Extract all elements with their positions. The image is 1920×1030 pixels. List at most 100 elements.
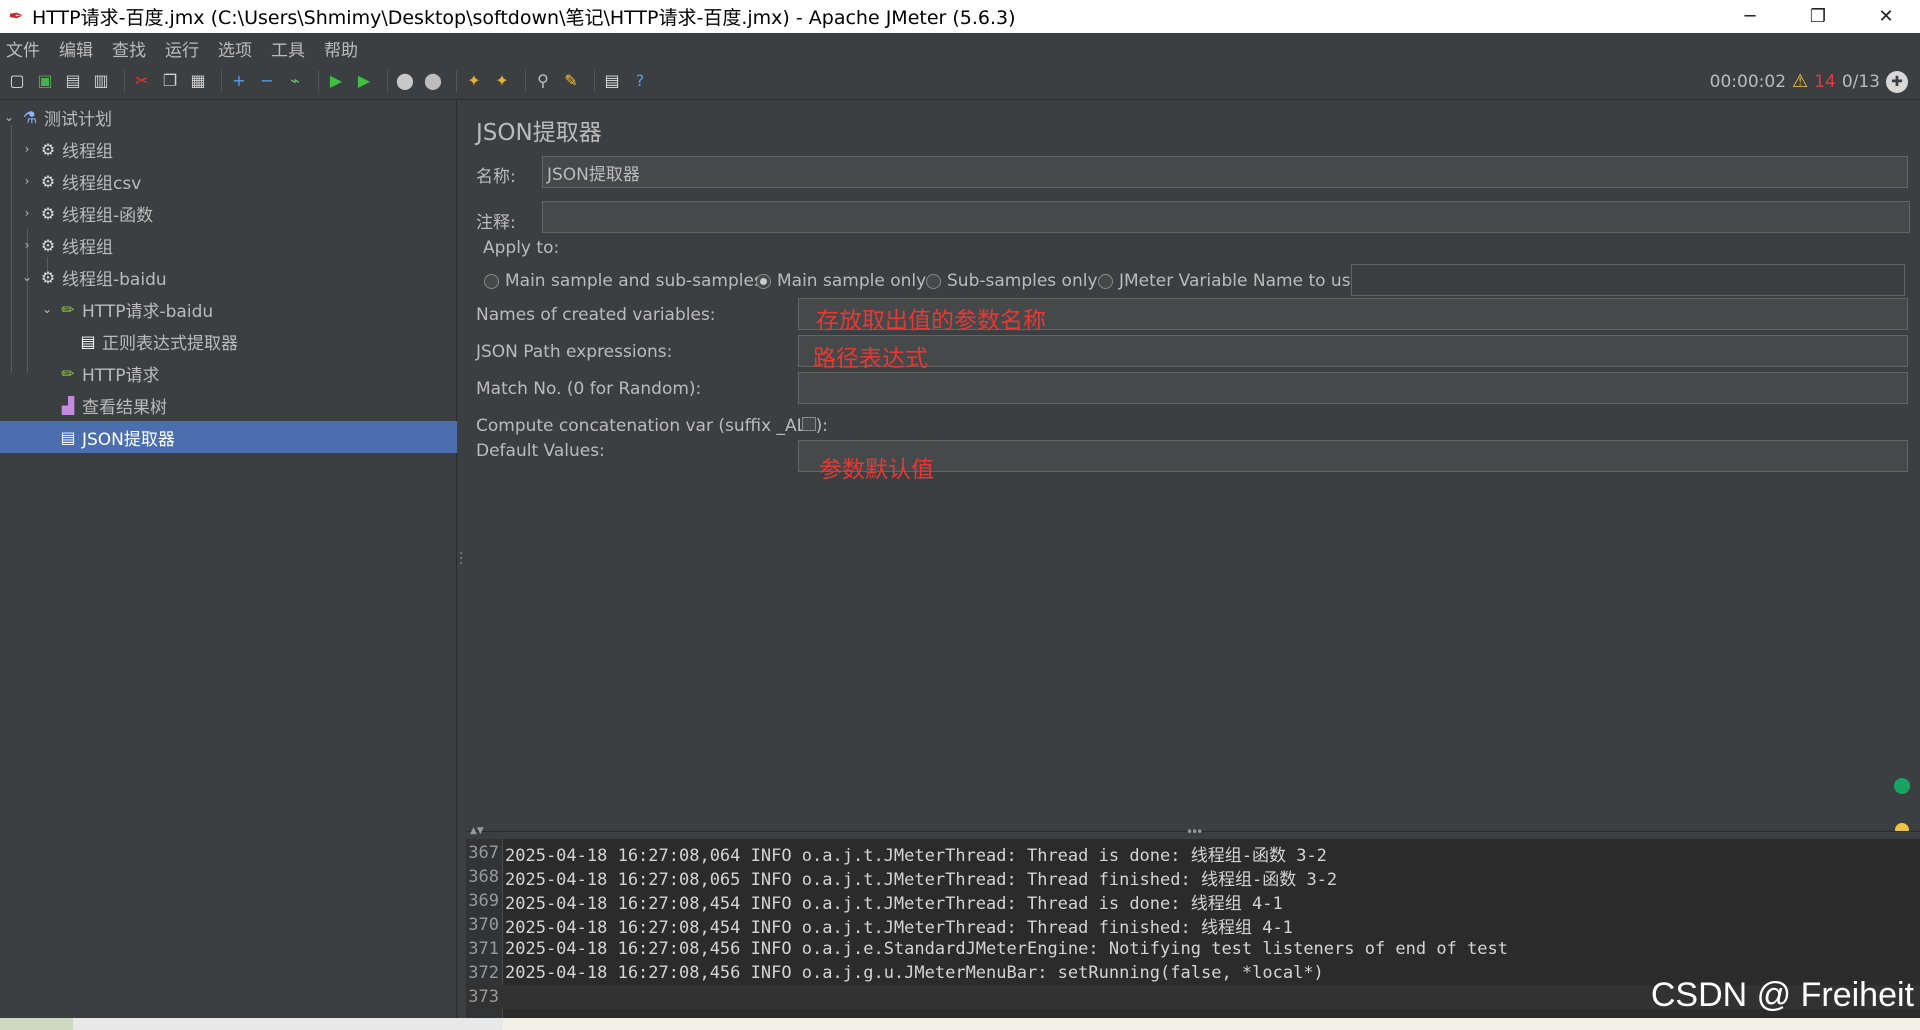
log-splitter-grip[interactable]: ••• [1186, 825, 1203, 839]
tree-node-label: HTTP请求-baidu [82, 301, 214, 322]
radio-button[interactable] [926, 273, 941, 289]
log-line: 367 2025-04-18 16:27:08,064 INFO o.a.j.t.… [466, 841, 1920, 866]
concat-checkbox[interactable] [802, 417, 816, 431]
chevron-right-icon[interactable]: › [20, 142, 34, 156]
tree-node[interactable]: ⌄ ✏ HTTP请求-baidu [0, 293, 457, 325]
tree-node[interactable]: ⌄ ⚗ 测试计划 [0, 101, 457, 133]
tree-node[interactable]: ✏ HTTP请求 [0, 357, 457, 389]
radio-label: JMeter Variable Name to use [1119, 271, 1362, 291]
function-helper-icon[interactable]: ▤ [601, 70, 623, 92]
minimize-button[interactable]: ─ [1716, 0, 1784, 33]
menu-tools[interactable]: 工具 [271, 36, 305, 61]
save-icon[interactable]: ▥ [90, 70, 112, 92]
radio-button[interactable] [756, 273, 771, 289]
chevron-down-icon[interactable]: ⌄ [40, 302, 54, 316]
tree-node-label: 线程组csv [62, 173, 142, 194]
match-no-label: Match No. (0 for Random): [476, 379, 702, 399]
tree-node-label: HTTP请求 [82, 365, 160, 386]
radio-main-only[interactable]: Main sample only [756, 271, 926, 291]
tree-node[interactable]: › ⚙ 线程组-函数 [0, 197, 457, 229]
tree-node[interactable]: › ⚙ 线程组 [0, 133, 457, 165]
help-icon[interactable]: ? [629, 70, 651, 92]
toolbar-separator [318, 70, 319, 92]
restore-button[interactable]: ❐ [1784, 0, 1852, 33]
radio-main-and-sub[interactable]: Main sample and sub-samples [484, 271, 763, 291]
radio-button[interactable] [484, 273, 499, 289]
tree-node-label: 测试计划 [44, 109, 112, 130]
toolbar-separator [456, 70, 457, 92]
taskbar-segment [503, 1018, 1920, 1030]
default-values-input[interactable] [798, 440, 1908, 472]
log-text: 2025-04-18 16:27:08,456 INFO o.a.j.e.Sta… [505, 939, 1509, 959]
paste-icon[interactable]: ▦ [187, 70, 209, 92]
radio-jmeter-variable[interactable]: JMeter Variable Name to use [1098, 271, 1361, 291]
comment-input[interactable] [542, 201, 1910, 233]
menu-help[interactable]: 帮助 [324, 36, 358, 61]
toolbar-separator [124, 70, 125, 92]
jmeter-window: ✒ HTTP请求-百度.jmx (C:\Users\Shmimy\Desktop… [0, 0, 1920, 1030]
window-title: HTTP请求-百度.jmx (C:\Users\Shmimy\Desktop\s… [32, 7, 1016, 29]
new-icon[interactable]: ▢ [6, 70, 28, 92]
log-line: 369 2025-04-18 16:27:08,454 INFO o.a.j.t.… [466, 889, 1920, 914]
menu-options[interactable]: 选项 [218, 36, 252, 61]
cut-icon[interactable]: ✂ [131, 70, 153, 92]
tree-node[interactable]: ▤ 正则表达式提取器 [0, 325, 457, 357]
radio-button[interactable] [1098, 273, 1113, 289]
toggle-icon[interactable]: ⌁ [284, 70, 306, 92]
name-input[interactable]: JSON提取器 [542, 156, 1908, 188]
warning-icon[interactable]: ⚠ [1792, 71, 1808, 92]
run-status: 00:00:02 ⚠ 14 0/13 ✚ [1710, 63, 1908, 100]
close-button[interactable]: ✕ [1852, 0, 1920, 33]
elapsed-time: 00:00:02 [1709, 71, 1787, 92]
menu-edit[interactable]: 编辑 [59, 36, 93, 61]
json-extractor-panel: JSON提取器 名称: JSON提取器 注释: Apply to: Main s… [466, 101, 1920, 831]
toolbar: ▢ ▣ ▤ ▥ ✂ ❐ ▦ + − ⌁ ▶ ▶ ⬤ ⬤ ✦ ✦ ⚲ ✎ ▤? 00:00:02 ⚠ 14 0/13 … [0, 63, 1920, 100]
copy-icon[interactable]: ❐ [159, 70, 181, 92]
menu-run[interactable]: 运行 [165, 36, 199, 61]
search-icon[interactable]: ⚲ [532, 70, 554, 92]
tree-node[interactable]: › ⚙ 线程组csv [0, 165, 457, 197]
tree-node[interactable]: ▤ JSON提取器 [0, 421, 457, 453]
start-no-pause-icon[interactable]: ▶ [353, 70, 375, 92]
tree-node[interactable]: ⌄ ⚙ 线程组-baidu [0, 261, 457, 293]
stop-icon[interactable]: ⬤ [394, 70, 416, 92]
toolbar-separator [387, 70, 388, 92]
variable-name-input[interactable] [1351, 264, 1905, 296]
menu-search[interactable]: 查找 [112, 36, 146, 61]
match-no-input[interactable] [798, 372, 1908, 404]
expand-icon[interactable]: + [228, 70, 250, 92]
clear-icon[interactable]: ✦ [463, 70, 485, 92]
menu-file[interactable]: 文件 [6, 36, 40, 61]
panel-title: JSON提取器 [476, 120, 602, 146]
warning-count[interactable]: 14 [1814, 72, 1836, 92]
radio-sub-only[interactable]: Sub-samples only [926, 271, 1098, 291]
shutdown-icon[interactable]: ⬤ [422, 70, 444, 92]
radio-label: Main sample only [777, 271, 927, 291]
radio-label: Sub-samples only [947, 271, 1098, 291]
line-number: 368 [468, 867, 499, 887]
log-text: 2025-04-18 16:27:08,065 INFO o.a.j.t.JMe… [505, 869, 1338, 890]
json-path-input[interactable] [798, 335, 1908, 367]
toolbar-separator [221, 70, 222, 92]
start-icon[interactable]: ▶ [325, 70, 347, 92]
log-line: 368 2025-04-18 16:27:08,065 INFO o.a.j.t.… [466, 865, 1920, 890]
chevron-right-icon[interactable]: › [20, 238, 34, 252]
tree-node[interactable]: › ⚙ 线程组 [0, 229, 457, 261]
remote-globe-icon[interactable]: ✚ [1886, 70, 1908, 93]
splitter-grip[interactable]: · · · [459, 547, 463, 571]
chevron-down-icon[interactable]: ⌄ [2, 110, 16, 124]
reset-search-icon[interactable]: ✎ [560, 70, 582, 92]
tree-node-label: JSON提取器 [82, 429, 175, 450]
chevron-down-icon[interactable]: ⌄ [20, 270, 34, 284]
chevron-right-icon[interactable]: › [20, 174, 34, 188]
open-icon[interactable]: ▤ [62, 70, 84, 92]
collapse-icon[interactable]: − [256, 70, 278, 92]
log-line: 371 2025-04-18 16:27:08,456 INFO o.a.j.e.… [466, 937, 1920, 961]
chevron-right-icon[interactable]: › [20, 206, 34, 220]
tree-node[interactable]: ▟ 查看结果树 [0, 389, 457, 421]
log-text: 2025-04-18 16:27:08,454 INFO o.a.j.t.JMe… [505, 893, 1283, 914]
templates-icon[interactable]: ▣ [34, 70, 56, 92]
clear-all-icon[interactable]: ✦ [491, 70, 513, 92]
toolbar-buttons: ▢ ▣ ▤ ▥ ✂ ❐ ▦ + − ⌁ ▶ ▶ ⬤ ⬤ ✦ ✦ ⚲ ✎ ▤? [6, 70, 657, 92]
splitter-arrows-icon[interactable]: ▲▼ [470, 826, 484, 836]
